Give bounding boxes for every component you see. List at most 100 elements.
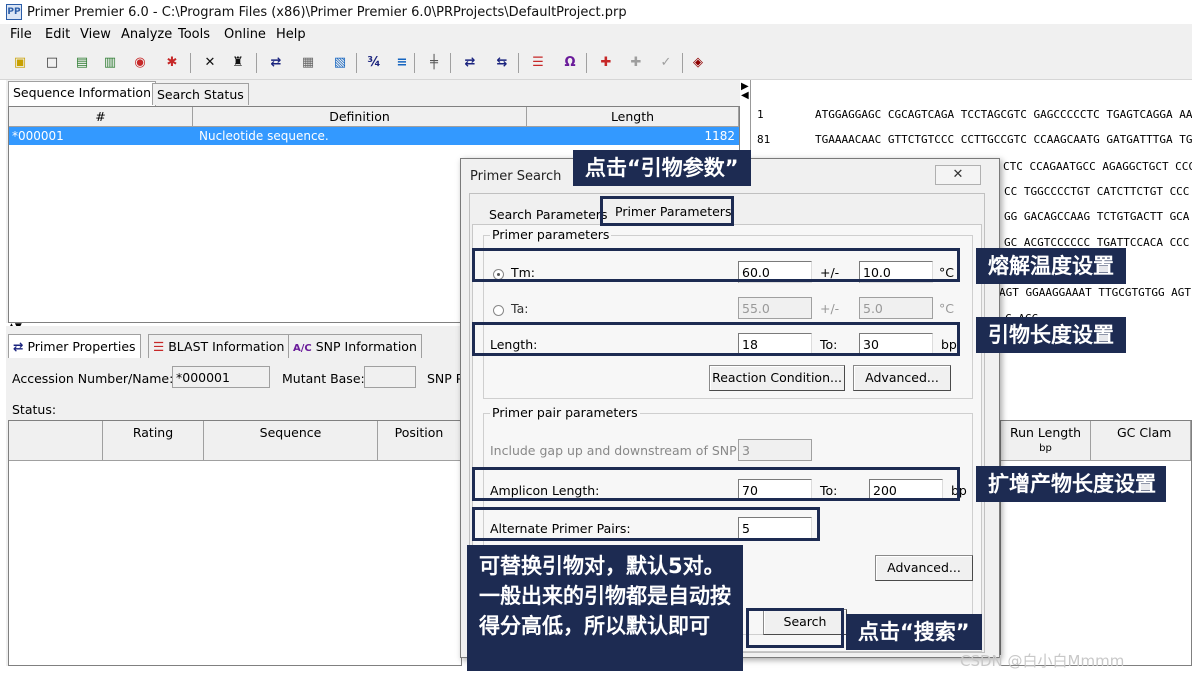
snp-gray-icon[interactable]: ✚ (626, 53, 646, 73)
gap-field[interactable]: 3 (738, 439, 812, 461)
advanced-button[interactable]: Advanced... (853, 365, 951, 391)
translate-icon[interactable]: ▧ (330, 53, 350, 73)
snp-db-icon[interactable]: ✱ (162, 53, 182, 73)
menu-tools[interactable]: Tools (178, 27, 210, 42)
toolbar-separator (256, 53, 257, 73)
primer-pair-parameters-title: Primer pair parameters (490, 405, 640, 420)
col-position[interactable]: Position (378, 421, 461, 461)
genbank-icon[interactable]: ◉ (130, 53, 150, 73)
advanced-button-2[interactable]: Advanced... (875, 555, 973, 581)
callout-search: 点击“搜索” (846, 614, 982, 650)
col-number[interactable]: # (9, 107, 193, 127)
blast-icon: ☰ (153, 339, 165, 354)
delete-icon[interactable]: ✕ (200, 53, 220, 73)
highlight-search (746, 608, 844, 648)
col-run-length-label: Run Length (1009, 425, 1082, 440)
row-definition: Nucleotide sequence. (199, 129, 329, 143)
menu-bar: File Edit View Analyze Tools Online Help (0, 24, 1192, 46)
callout-tm: 熔解温度设置 (976, 248, 1126, 284)
primer-search-icon[interactable]: ⇆ (492, 53, 512, 73)
snp-red-icon[interactable]: ✚ (596, 53, 616, 73)
save-icon[interactable]: ▥ (100, 53, 120, 73)
open-icon[interactable]: ▤ (72, 53, 92, 73)
col-rating[interactable]: Rating (103, 421, 204, 461)
menu-analyze[interactable]: Analyze (121, 27, 172, 42)
highlight-primer-parameters (600, 196, 734, 226)
toolbar-separator (190, 53, 191, 73)
menu-online[interactable]: Online (224, 27, 266, 42)
callout-alternate: 可替换引物对，默认5对。一般出来的引物都是自动按得分高低，所以默认即可 (467, 545, 743, 671)
blast-icon[interactable]: ☰ (528, 53, 548, 73)
primer-results-table-right: Run Length bp GC Clam (1000, 420, 1192, 666)
seq-line-1: ATGGAGGAGC CGCAGTCAGA TCCTAGCGTC GAGCCCC… (815, 108, 1192, 121)
snp-icon: A/C (293, 343, 312, 354)
primer-results-table: Rating Sequence Position (8, 420, 462, 666)
accession-field[interactable]: *000001 (172, 366, 270, 388)
ta-label: Ta: (511, 301, 529, 316)
new-file-icon[interactable]: □ (42, 53, 62, 73)
tree-icon[interactable]: ╪ (424, 53, 444, 73)
ratio-icon[interactable]: ¾ (364, 53, 384, 73)
reaction-condition-button[interactable]: Reaction Condition... (709, 365, 845, 391)
tab-search-status[interactable]: Search Status (152, 83, 249, 105)
toolbar: ▣ □ ▤ ▥ ◉ ✱ ✕ ♜ ⇄ ▦ ▧ ¾ ≡ ╪ ⇄ ⇆ ☰ Ω ✚ ✚ ✓ ◈ (0, 46, 1192, 80)
dialog-title: Primer Search (470, 169, 562, 184)
find-icon[interactable]: ♜ (228, 53, 248, 73)
table-row[interactable]: *000001 Nucleotide sequence. 1182 (9, 127, 739, 145)
menu-file[interactable]: File (10, 27, 32, 42)
gag-ctg-icon[interactable]: ≡ (392, 53, 412, 73)
seq-pos-1: 1 (757, 108, 764, 121)
mutant-base-field[interactable] (364, 366, 416, 388)
splitter-arrows-icon[interactable]: ▶ ◀ (741, 82, 749, 101)
ta-tolerance-field[interactable]: 5.0 (859, 297, 933, 319)
close-icon[interactable]: ✕ (935, 165, 981, 185)
window-title: Primer Premier 6.0 - C:\Program Files (x… (27, 5, 627, 20)
row-id: *000001 (12, 129, 64, 143)
ta-unit-label: °C (939, 301, 954, 316)
tab-primer-properties[interactable]: ⇄ Primer Properties (8, 334, 141, 358)
app-icon: PP (6, 4, 22, 20)
col-length[interactable]: Length (527, 107, 739, 127)
highlight-tm (472, 248, 960, 282)
edit-seq-icon[interactable]: ▦ (298, 53, 318, 73)
menu-edit[interactable]: Edit (45, 27, 70, 42)
ta-radio[interactable] (493, 305, 504, 316)
ta-field[interactable]: 55.0 (738, 297, 812, 319)
primer-pair-icon[interactable]: ⇄ (460, 53, 480, 73)
tab-snp-information[interactable]: A/C SNP Information (288, 334, 422, 358)
tab-primer-properties-label: Primer Properties (27, 339, 136, 354)
tab-sequence-information[interactable]: Sequence Information (8, 81, 156, 106)
menu-view[interactable]: View (80, 27, 111, 42)
status-label: Status: (12, 402, 57, 417)
align-icon[interactable]: ⇄ (266, 53, 286, 73)
watermark: CSDN @白小白Mmmm (960, 652, 1125, 670)
toolbar-separator (682, 53, 683, 73)
col-definition[interactable]: Definition (193, 107, 527, 127)
primer-properties-icon: ⇄ (13, 339, 24, 354)
menu-help[interactable]: Help (276, 27, 306, 42)
gap-label: Include gap up and downstream of SNP: (490, 443, 741, 458)
highlight-length (472, 322, 960, 356)
snp-analysis-icon[interactable]: Ω (560, 53, 580, 73)
seq-line-2: TGAAAACAAC GTTCTGTCCC CCTTGCCGTC CCAAGCA… (815, 133, 1192, 146)
col-sequence[interactable]: Sequence (204, 421, 378, 461)
col-run-length[interactable]: Run Length bp (1001, 421, 1091, 461)
ta-pm-label: +/- (820, 301, 840, 316)
open-folder-icon[interactable]: ▣ (10, 53, 30, 73)
seq-line-4: CC TGGCCCCTGT CATCTTCTGT CCC (1004, 185, 1190, 198)
book-icon[interactable]: ◈ (688, 53, 708, 73)
col-blank (9, 421, 103, 461)
col-gc-clamp[interactable]: GC Clam (1091, 421, 1191, 461)
mutant-base-label: Mutant Base: (282, 371, 365, 386)
tab-search-parameters[interactable]: Search Parameters (489, 207, 607, 222)
tab-blast-information[interactable]: ☰ BLAST Information (148, 334, 290, 358)
snp-position-label: SNP P (427, 371, 464, 386)
tab-blast-label: BLAST Information (168, 339, 285, 354)
accession-label: Accession Number/Name: (12, 371, 174, 386)
seq-line-3: CTC CCAGAATGCC AGAGGCTGCT CCC (1003, 160, 1192, 173)
callout-amplicon: 扩增产物长度设置 (976, 466, 1166, 502)
snp-check-icon[interactable]: ✓ (656, 53, 676, 73)
seq-line-8: AGT GGAAGGAAAT TTGCGTGTGG AGT (999, 286, 1192, 299)
highlight-alternate (472, 507, 820, 541)
highlight-amplicon (472, 467, 960, 501)
